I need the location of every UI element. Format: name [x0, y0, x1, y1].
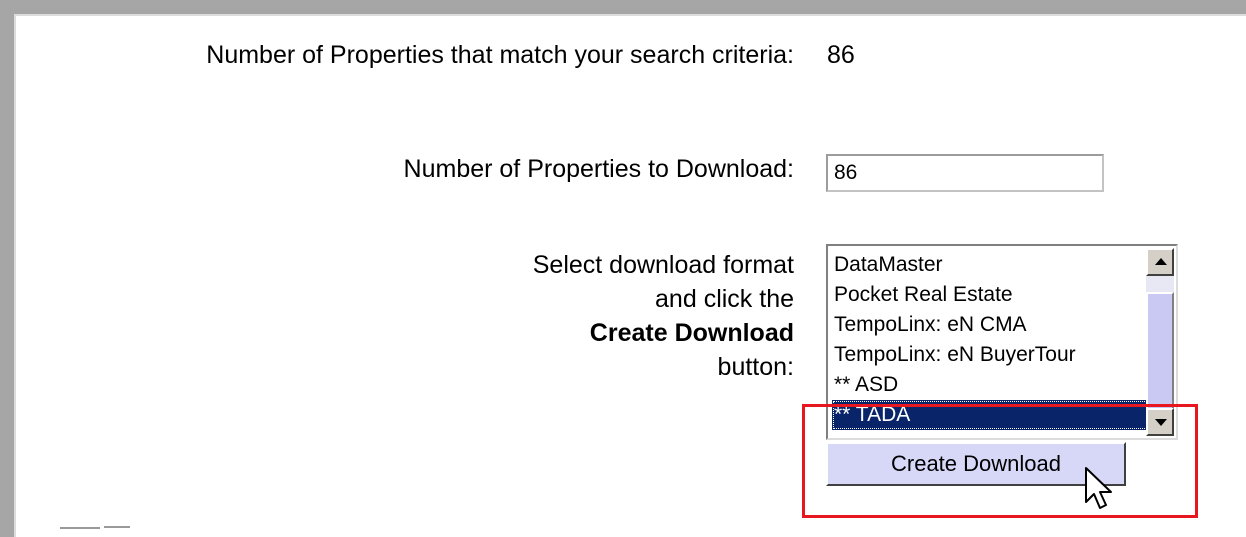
window-frame-top: [0, 0, 1246, 14]
format-options: DataMaster Pocket Real Estate TempoLinx:…: [832, 250, 1148, 430]
download-instructions: Select download format and click the Cre…: [533, 248, 794, 384]
mouse-pointer-icon: [1085, 467, 1112, 509]
instructions-line-1: Select download format: [532, 251, 794, 279]
instructions-line-4: button:: [717, 353, 794, 381]
instructions-line-2: and click the: [655, 285, 794, 313]
edge-artifact: [60, 526, 130, 529]
format-option-datamaster[interactable]: DataMaster: [832, 250, 1148, 280]
format-option-tempolinx-buyertour[interactable]: TempoLinx: eN BuyerTour: [832, 340, 1148, 370]
format-option-pocket-real-estate[interactable]: Pocket Real Estate: [832, 280, 1148, 310]
match-count-value: 86: [827, 41, 855, 69]
window-frame-inner-top: [14, 14, 1246, 16]
format-option-tempolinx-cma[interactable]: TempoLinx: eN CMA: [832, 310, 1148, 340]
format-option-asd[interactable]: ** ASD: [832, 370, 1148, 400]
download-count-label: Number of Properties to Download:: [403, 155, 794, 183]
scroll-up-arrow-icon: [1155, 258, 1167, 265]
window-frame-left: [0, 0, 14, 537]
highlight-box: [802, 404, 1198, 518]
scroll-up-button[interactable]: [1146, 248, 1174, 276]
instructions-button-name: Create Download: [589, 319, 794, 347]
instructions-line-3: Create Download: [533, 316, 794, 350]
match-count-label: Number of Properties that match your sea…: [206, 41, 794, 69]
window-frame-inner-left: [14, 14, 16, 537]
download-count-input[interactable]: [826, 154, 1104, 192]
scrollbar-thumb[interactable]: [1146, 292, 1174, 412]
